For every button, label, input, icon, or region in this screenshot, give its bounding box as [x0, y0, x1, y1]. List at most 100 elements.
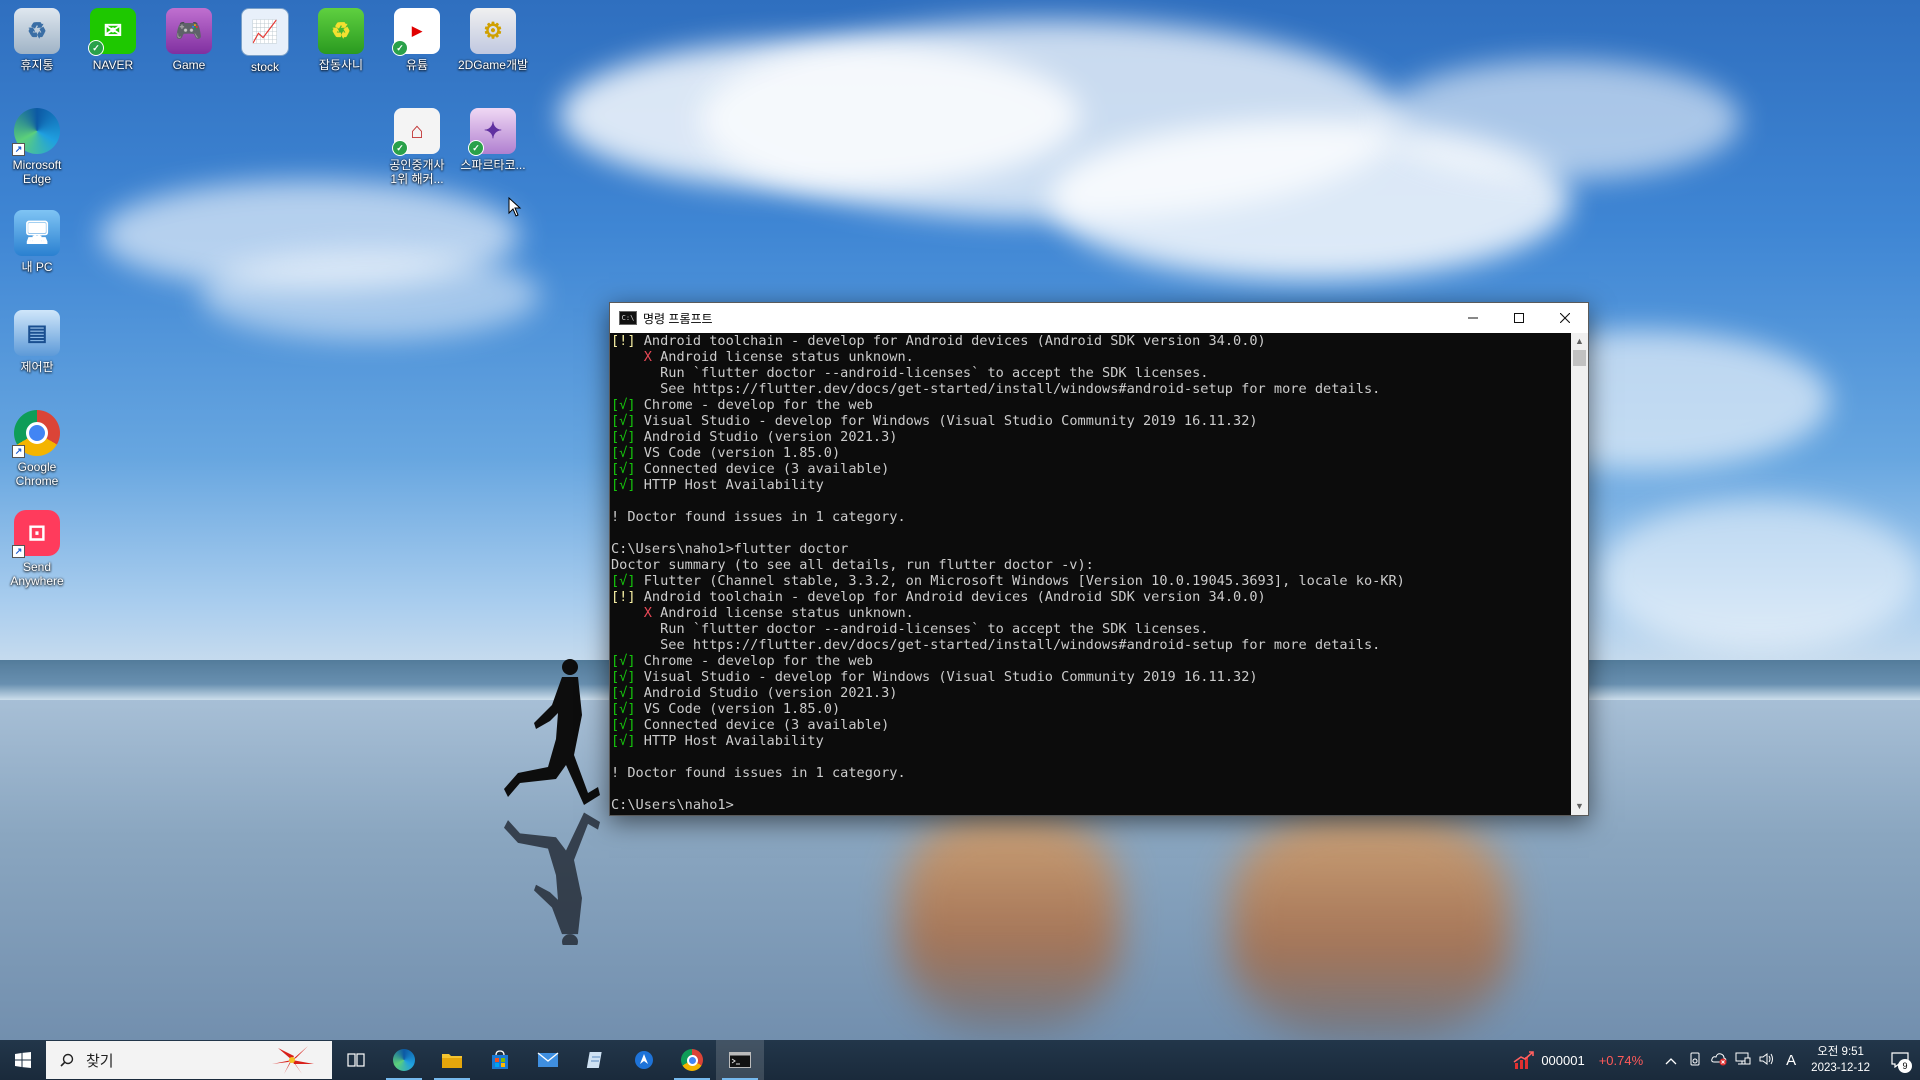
status-tag: [√] [611, 413, 636, 429]
close-button[interactable] [1542, 303, 1588, 333]
2dgame-folder[interactable]: ⚙ 2DGame개발 [456, 8, 530, 72]
taskbar-command-prompt[interactable] [716, 1040, 764, 1080]
chrome-shortcut[interactable]: ↗ Google Chrome [0, 410, 74, 488]
this-pc-icon[interactable]: 🖥 내 PC [0, 210, 74, 274]
runner-silhouette [504, 659, 600, 945]
console-line: Run `flutter doctor --android-licenses` … [610, 621, 1570, 637]
console-text: Run `flutter doctor --android-licenses` … [611, 621, 1209, 637]
icon-label: 휴지통 [20, 58, 54, 72]
console-indent [611, 605, 644, 621]
minimize-button[interactable] [1450, 303, 1496, 333]
sparta-shortcut[interactable]: ✦ ✓ 스파르타코... [456, 108, 530, 172]
taskbar: 찾기 000001 +0.74% A 오전 9:51 2023-12-12 9 [0, 1040, 1920, 1080]
status-tag: [√] [611, 477, 636, 493]
console-line: [!] Android toolchain - develop for Andr… [610, 589, 1570, 605]
character-icon: ✦ ✓ [468, 108, 516, 156]
vertical-scrollbar[interactable]: ▲ ▼ [1571, 333, 1588, 815]
scroll-down-icon[interactable]: ▼ [1571, 798, 1588, 815]
stock-widget[interactable]: 000001 +0.74% [1513, 1051, 1643, 1069]
realtor-shortcut[interactable]: ⌂ ✓ 공인중개사 1위 해커... [380, 108, 454, 186]
window-titlebar[interactable]: C:\ 명령 프롬프트 [610, 303, 1588, 333]
windows-logo-icon [15, 1052, 31, 1068]
mouse-cursor-icon [508, 197, 522, 217]
taskbar-store[interactable] [476, 1040, 524, 1080]
taskbar-mail[interactable] [524, 1040, 572, 1080]
sync-check-icon: ✓ [392, 40, 408, 56]
action-center-button[interactable]: 9 [1880, 1040, 1920, 1080]
youtube-shortcut[interactable]: ▶ ✓ 유튬 [380, 8, 454, 72]
clock-date: 2023-12-12 [1811, 1062, 1870, 1074]
status-tag: [√] [611, 573, 636, 589]
icon-label: 스파르타코... [460, 158, 526, 172]
console-output[interactable]: [!] Android toolchain - develop for Andr… [610, 333, 1570, 815]
start-button[interactable] [0, 1040, 46, 1080]
chrome-icon: ↗ [12, 410, 60, 458]
console-text: Chrome - develop for the web [635, 653, 873, 669]
send-anywhere-shortcut[interactable]: ⊡ ↗ Send Anywhere [0, 510, 74, 588]
console-text: Flutter (Channel stable, 3.3.2, on Micro… [635, 573, 1405, 589]
control-panel-icon[interactable]: ▤ 제어판 [0, 310, 74, 374]
console-indent [611, 349, 644, 365]
console-text: ! Doctor found issues in 1 category. [611, 765, 906, 781]
device-icon[interactable] [1683, 1052, 1707, 1069]
scroll-up-icon[interactable]: ▲ [1571, 333, 1588, 350]
show-hidden-icons-chevron-up-icon[interactable] [1659, 1053, 1683, 1068]
console-line: See https://flutter.dev/docs/get-started… [610, 637, 1570, 653]
scroll-thumb[interactable] [1573, 350, 1586, 366]
clock-time: 오전 9:51 [1817, 1046, 1864, 1058]
taskbar-clock[interactable]: 오전 9:51 2023-12-12 [1811, 1044, 1870, 1076]
edge-icon: ↗ [12, 108, 60, 156]
console-text: See https://flutter.dev/docs/get-started… [611, 637, 1381, 653]
shortcut-arrow-icon: ↗ [12, 445, 25, 458]
stock-shortcut[interactable]: 📈 stock [228, 8, 302, 74]
console-text: Run `flutter doctor --android-licenses` … [611, 365, 1209, 381]
icon-label: 2DGame개발 [457, 58, 529, 72]
console-line: [√] Android Studio (version 2021.3) [610, 685, 1570, 701]
ime-indicator[interactable]: A [1779, 1052, 1803, 1069]
status-tag: [√] [611, 461, 636, 477]
console-text: Connected device (3 available) [635, 461, 890, 477]
network-icon[interactable] [1731, 1052, 1755, 1069]
console-line: [√] HTTP Host Availability [610, 477, 1570, 493]
console-line: [√] HTTP Host Availability [610, 733, 1570, 749]
console-text: See https://flutter.dev/docs/get-started… [611, 381, 1381, 397]
onedrive-error-icon[interactable] [1707, 1052, 1731, 1069]
status-tag: [√] [611, 717, 636, 733]
taskbar-pin-app[interactable] [620, 1040, 668, 1080]
edge-shortcut[interactable]: ↗ Microsoft Edge [0, 108, 74, 186]
console-line: C:\Users\naho1>flutter doctor [610, 541, 1570, 557]
maximize-button[interactable] [1496, 303, 1542, 333]
gamepad-icon: 🎮 [166, 8, 212, 54]
system-tray: 000001 +0.74% A 오전 9:51 2023-12-12 9 [1513, 1040, 1920, 1080]
console-text: C:\Users\naho1> [611, 797, 734, 813]
taskbar-file-explorer[interactable] [428, 1040, 476, 1080]
misc-folder[interactable]: ♻ 잡동사니 [304, 8, 378, 72]
console-line: See https://flutter.dev/docs/get-started… [610, 381, 1570, 397]
console-line: [√] VS Code (version 1.85.0) [610, 701, 1570, 717]
console-line: [!] Android toolchain - develop for Andr… [610, 333, 1570, 349]
console-text: Android toolchain - develop for Android … [635, 333, 1266, 349]
status-tag: [√] [611, 669, 636, 685]
recycle-bin-icon[interactable]: ♻ 휴지통 [0, 8, 74, 72]
console-line: [√] Visual Studio - develop for Windows … [610, 669, 1570, 685]
command-prompt-window[interactable]: C:\ 명령 프롬프트 [!] Android toolchain - deve… [609, 302, 1589, 816]
taskbar-search-box[interactable]: 찾기 [46, 1041, 332, 1079]
taskbar-edge[interactable] [380, 1040, 428, 1080]
task-view-button[interactable] [332, 1040, 380, 1080]
volume-icon[interactable] [1755, 1052, 1779, 1069]
poinsettia-icon [272, 1046, 314, 1074]
task-view-icon [347, 1053, 365, 1067]
status-tag: X [643, 605, 652, 621]
icon-label: 잡동사니 [318, 58, 364, 72]
taskbar-chrome[interactable] [668, 1040, 716, 1080]
youtube-icon: ▶ ✓ [392, 8, 440, 56]
search-placeholder: 찾기 [86, 1052, 114, 1070]
taskbar-notepad[interactable] [572, 1040, 620, 1080]
naver-shortcut[interactable]: ✉ ✓ NAVER [76, 8, 150, 72]
cmd-icon: C:\ [619, 311, 637, 325]
console-text: HTTP Host Availability [635, 733, 824, 749]
console-line: Run `flutter doctor --android-licenses` … [610, 365, 1570, 381]
shortcut-arrow-icon: ↗ [12, 143, 25, 156]
game-folder[interactable]: 🎮 Game [152, 8, 226, 72]
